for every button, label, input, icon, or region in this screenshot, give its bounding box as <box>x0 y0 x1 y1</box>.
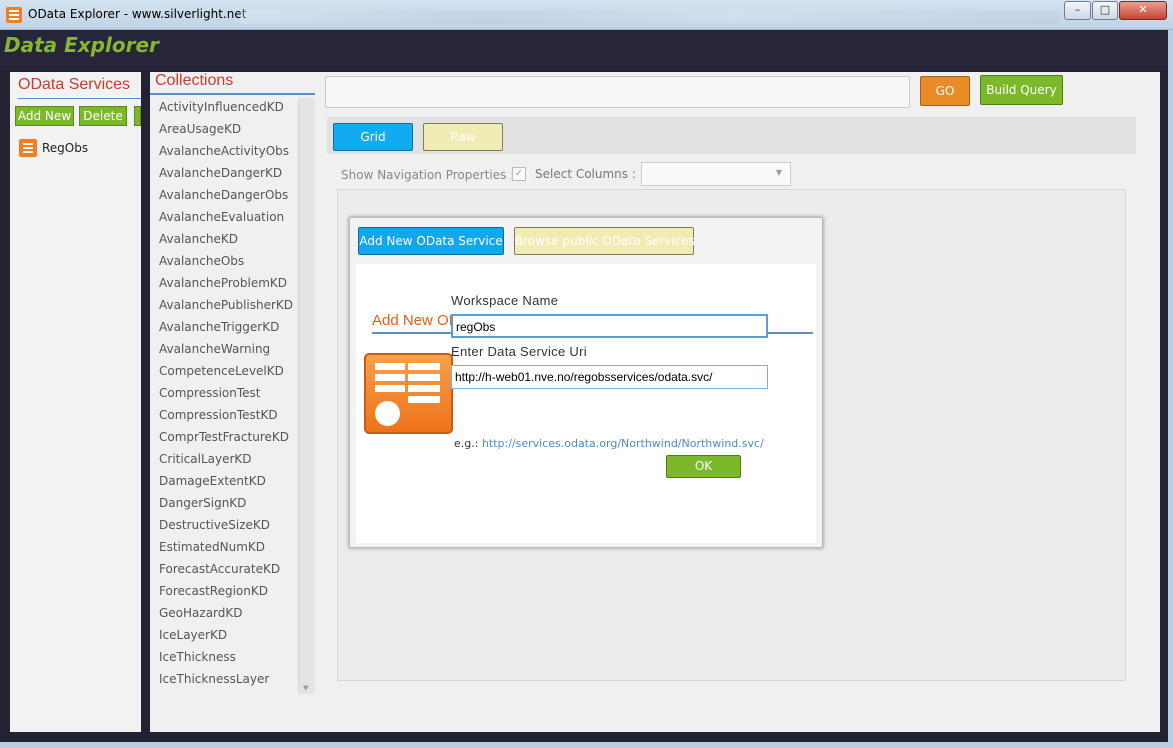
collection-item[interactable]: DangerSignKD <box>150 492 300 514</box>
nav-properties-checkbox[interactable]: ✓ <box>512 167 526 181</box>
collection-item[interactable]: ForecastRegionKD <box>150 580 300 602</box>
services-divider <box>18 98 141 99</box>
clipped-service-button[interactable] <box>134 106 141 126</box>
services-panel: OData Services Add New Delete RegObs <box>10 72 141 732</box>
collection-item[interactable]: AvalanchePublisherKD <box>150 294 300 316</box>
collections-divider <box>150 93 315 95</box>
app-banner: Data Explorer <box>0 30 1168 70</box>
collection-item[interactable]: AvalancheTriggerKD <box>150 316 300 338</box>
collection-item[interactable]: IceThicknessLayer <box>150 668 300 690</box>
go-button[interactable]: GO <box>920 76 970 106</box>
collection-item[interactable]: ForecastAccurateKD <box>150 558 300 580</box>
collection-item[interactable]: GeoHazardKD <box>150 602 300 624</box>
view-tabs-bar: Grid Raw <box>327 117 1136 154</box>
window-titlebar[interactable]: OData Explorer - www.silverlight.net – □… <box>0 0 1173 30</box>
select-columns-label: Select Columns : <box>535 167 636 181</box>
scroll-down-icon[interactable]: ▼ <box>303 684 308 692</box>
window-title: OData Explorer - www.silverlight.net <box>28 7 247 21</box>
collection-item[interactable]: ComprTestFractureKD <box>150 426 300 448</box>
collection-item[interactable]: EstimatedNumKD <box>150 536 300 558</box>
collection-item[interactable]: AvalancheEvaluation <box>150 206 300 228</box>
maximize-button[interactable]: □ <box>1092 1 1118 20</box>
collection-item[interactable]: IceLayerKD <box>150 624 300 646</box>
collections-title: Collections <box>155 72 234 89</box>
nav-properties-label: Show Navigation Properties : <box>341 168 515 182</box>
example-uri-link[interactable]: http://services.odata.org/Northwind/Nort… <box>482 437 764 450</box>
collection-item[interactable]: AvalancheObs <box>150 250 300 272</box>
collection-item[interactable]: CompressionTest <box>150 382 300 404</box>
collection-item[interactable]: IceThickness <box>150 646 300 668</box>
collection-item[interactable]: CompressionTestKD <box>150 404 300 426</box>
ok-button[interactable]: OK <box>666 455 741 478</box>
collection-item[interactable]: AvalancheActivityObs <box>150 140 300 162</box>
add-new-service-button[interactable]: Add New <box>15 106 74 126</box>
tab-raw[interactable]: Raw <box>423 123 503 151</box>
grid-options: Show Navigation Properties : ✓ Select Co… <box>341 162 801 186</box>
collections-scrollbar[interactable]: ▼ <box>298 98 315 694</box>
service-uri-label: Enter Data Service Uri <box>451 344 587 359</box>
services-title: OData Services <box>18 76 131 93</box>
example-prefix: e.g.: <box>454 437 482 450</box>
collections-list: ActivityInfluencedKD AreaUsageKD Avalanche… <box>150 96 300 690</box>
collection-item[interactable]: DestructiveSizeKD <box>150 514 300 536</box>
window-frame-right <box>1168 30 1173 748</box>
dialog-body: Add New OData Workspace Workspace Name r… <box>356 264 816 543</box>
query-input[interactable] <box>325 76 910 108</box>
chevron-down-icon: ▼ <box>775 168 782 177</box>
collection-item[interactable]: DamageExtentKD <box>150 470 300 492</box>
workspace-name-label: Workspace Name <box>451 293 559 308</box>
background-window-ghost <box>240 10 1060 24</box>
collection-item[interactable]: AvalancheKD <box>150 228 300 250</box>
collection-item[interactable]: CompetenceLevelKD <box>150 360 300 382</box>
example-uri: e.g.: http://services.odata.org/Northwin… <box>454 437 764 450</box>
minimize-button[interactable]: – <box>1064 1 1091 20</box>
collection-item[interactable]: CriticalLayerKD <box>150 448 300 470</box>
collection-item[interactable]: AvalancheDangerObs <box>150 184 300 206</box>
collection-item[interactable]: ActivityInfluencedKD <box>150 96 300 118</box>
collection-item[interactable]: AvalancheDangerKD <box>150 162 300 184</box>
service-uri-input[interactable]: http://h-web01.nve.no/regobsservices/oda… <box>451 365 768 389</box>
service-item-label: RegObs <box>42 141 89 155</box>
build-query-button[interactable]: Build Query <box>980 75 1063 105</box>
window-frame-bottom <box>0 742 1173 748</box>
app-icon <box>6 7 22 23</box>
table-icon <box>19 139 37 157</box>
collection-item[interactable]: AvalancheWarning <box>150 338 300 360</box>
tab-grid[interactable]: Grid <box>333 123 413 151</box>
workspace-table-icon <box>364 353 453 434</box>
select-columns-dropdown[interactable]: ▼ <box>641 162 791 186</box>
tab-add-new-odata-service[interactable]: Add New OData Service <box>358 227 504 255</box>
workspace-name-input[interactable]: regObs <box>451 314 768 338</box>
add-service-dialog: Add New OData Service Browse public ODat… <box>349 217 823 548</box>
close-button[interactable]: ✕ <box>1119 1 1167 20</box>
collection-item[interactable]: AreaUsageKD <box>150 118 300 140</box>
tab-browse-public-services[interactable]: Browse public OData Services <box>514 227 695 255</box>
app-brand: Data Explorer <box>4 33 159 57</box>
collection-item[interactable]: AvalancheProblemKD <box>150 272 300 294</box>
delete-service-button[interactable]: Delete <box>79 106 127 126</box>
